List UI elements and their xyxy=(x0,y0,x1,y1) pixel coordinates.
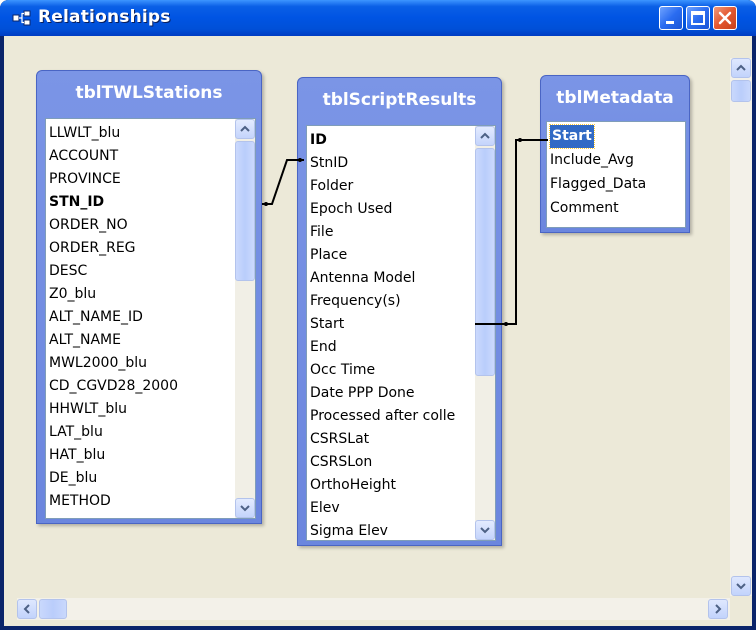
field-item[interactable]: Date PPP Done xyxy=(310,382,415,405)
field-item[interactable]: LLWLT_blu xyxy=(49,122,120,145)
field-item[interactable]: Elev xyxy=(310,497,340,520)
scrollbar-corner xyxy=(730,598,752,620)
window-horizontal-scrollbar[interactable] xyxy=(17,598,730,620)
field-list-scrollbar[interactable] xyxy=(235,119,255,518)
field-item[interactable]: ACCOUNT xyxy=(49,145,118,168)
field-item-key[interactable]: ID xyxy=(310,129,327,152)
scroll-thumb[interactable] xyxy=(731,80,751,102)
window-title: Relationships xyxy=(38,7,171,27)
table-tblMetadata[interactable]: tblMetadata Start Include_Avg Flagged_Da… xyxy=(540,75,690,233)
field-item[interactable]: CSRSLat xyxy=(310,428,369,451)
scroll-thumb[interactable] xyxy=(39,599,67,619)
table-tblTWLStations[interactable]: tblTWLStations LLWLT_blu ACCOUNT PROVINC… xyxy=(36,70,262,524)
scroll-thumb[interactable] xyxy=(475,148,495,376)
field-item-selected[interactable]: Start xyxy=(549,124,595,149)
field-item[interactable]: ORDER_REG xyxy=(49,237,136,260)
chevron-right-icon xyxy=(715,604,722,614)
chevron-left-icon xyxy=(23,604,30,614)
field-item[interactable]: End xyxy=(310,336,337,359)
field-item[interactable]: DESC xyxy=(49,260,87,283)
close-button[interactable] xyxy=(713,6,737,30)
field-item[interactable]: Flagged_Data xyxy=(550,173,646,196)
minimize-icon xyxy=(666,21,674,24)
field-item[interactable]: MWL2000_blu xyxy=(49,352,147,375)
field-item[interactable]: CD_CGVD28_2000 xyxy=(49,375,178,398)
scroll-down-button[interactable] xyxy=(475,520,495,540)
table-title[interactable]: tblMetadata xyxy=(541,76,689,122)
minimize-button[interactable] xyxy=(659,6,683,30)
close-icon xyxy=(718,11,732,25)
field-item[interactable]: Processed after colle xyxy=(310,405,455,428)
field-item[interactable]: Folder xyxy=(310,175,353,198)
field-item[interactable]: HAT_blu xyxy=(49,444,105,467)
field-item[interactable]: PROVINCE xyxy=(49,168,121,191)
field-item[interactable]: Frequency(s) xyxy=(310,290,401,313)
field-item[interactable]: OrthoHeight xyxy=(310,474,396,497)
relationships-window: Relationships tblTWLStations LLWLT_blu A… xyxy=(0,0,756,630)
table-tblScriptResults[interactable]: tblScriptResults ID StnID Folder Epoch U… xyxy=(297,77,502,546)
field-item[interactable]: Place xyxy=(310,244,347,267)
scroll-down-button[interactable] xyxy=(731,576,751,596)
scroll-down-button[interactable] xyxy=(235,498,255,518)
scroll-up-button[interactable] xyxy=(731,58,751,78)
field-list[interactable]: ID StnID Folder Epoch Used File Place An… xyxy=(306,125,496,541)
field-item[interactable]: ORDER_NO xyxy=(49,214,128,237)
maximize-button[interactable] xyxy=(686,6,710,30)
chevron-down-icon xyxy=(480,527,490,534)
scroll-thumb[interactable] xyxy=(235,141,255,281)
field-item[interactable]: LAT_blu xyxy=(49,421,103,444)
field-item[interactable]: Occ Time xyxy=(310,359,375,382)
field-item[interactable]: Antenna Model xyxy=(310,267,415,290)
chevron-up-icon xyxy=(240,125,250,132)
field-list[interactable]: LLWLT_blu ACCOUNT PROVINCE STN_ID ORDER_… xyxy=(45,118,256,519)
field-item[interactable]: File xyxy=(310,221,333,244)
title-bar[interactable]: Relationships xyxy=(0,0,756,36)
maximize-icon xyxy=(691,11,705,25)
field-item[interactable]: Start xyxy=(310,313,344,336)
scroll-up-button[interactable] xyxy=(475,126,495,146)
scroll-up-button[interactable] xyxy=(235,119,255,139)
table-title[interactable]: tblTWLStations xyxy=(37,71,261,117)
field-item-key[interactable]: STN_ID xyxy=(49,191,104,214)
field-item[interactable]: METHOD xyxy=(49,490,111,513)
window-vertical-scrollbar[interactable] xyxy=(730,58,752,596)
field-item[interactable]: CSRSLon xyxy=(310,451,372,474)
field-item[interactable]: Include_Avg xyxy=(550,149,634,172)
table-title[interactable]: tblScriptResults xyxy=(298,78,501,124)
field-item[interactable]: ALT_NAME xyxy=(49,329,121,352)
scroll-left-button[interactable] xyxy=(17,599,37,619)
chevron-up-icon xyxy=(480,132,490,139)
field-item[interactable]: StnID xyxy=(310,152,348,175)
scroll-right-button[interactable] xyxy=(708,599,728,619)
field-item[interactable]: Sigma Elev xyxy=(310,520,388,540)
chevron-down-icon xyxy=(240,505,250,512)
field-item[interactable]: HHWLT_blu xyxy=(49,398,127,421)
field-list-scrollbar[interactable] xyxy=(475,126,495,540)
relationships-icon xyxy=(12,10,32,26)
field-item[interactable]: DE_blu xyxy=(49,467,97,490)
field-item[interactable]: ALT_NAME_ID xyxy=(49,306,143,329)
chevron-down-icon xyxy=(736,583,746,590)
field-item[interactable]: Comment xyxy=(550,197,619,220)
field-item[interactable]: Z0_blu xyxy=(49,283,96,306)
field-item[interactable]: Epoch Used xyxy=(310,198,392,221)
field-list[interactable]: Start Include_Avg Flagged_Data Comment xyxy=(546,121,686,228)
chevron-up-icon xyxy=(736,64,746,71)
